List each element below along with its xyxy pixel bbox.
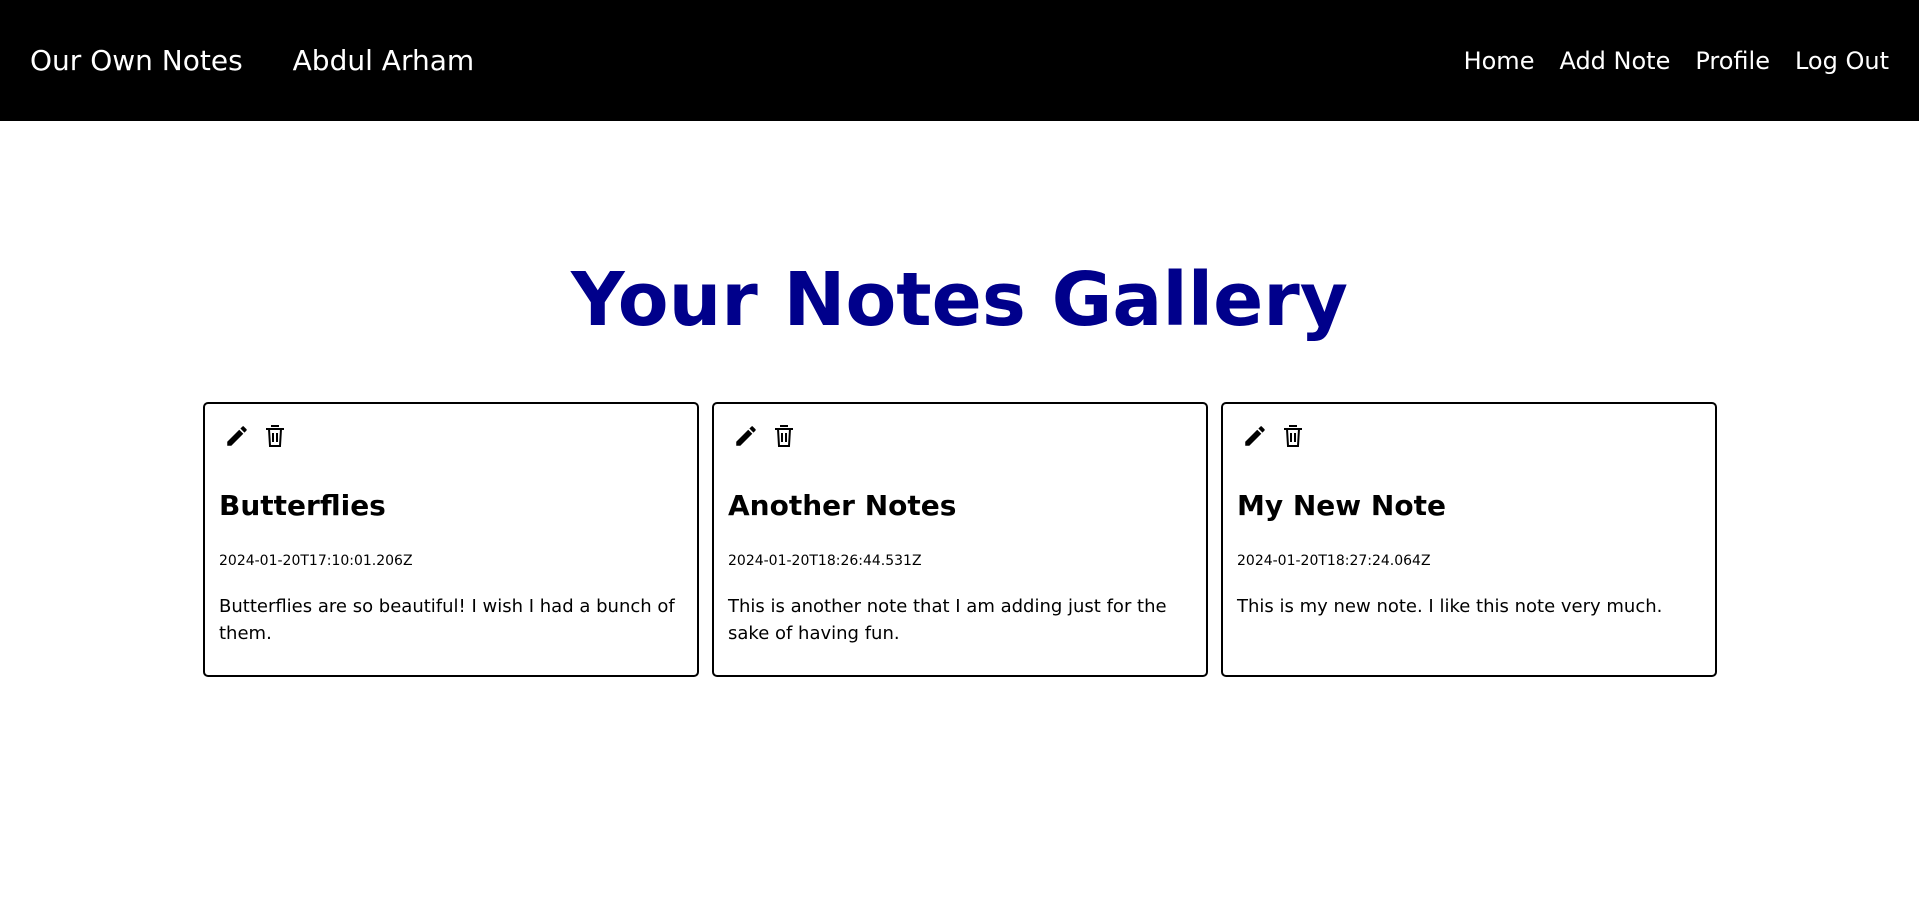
page-title: Your Notes Gallery	[570, 257, 1349, 343]
navbar-left: Our Own Notes Abdul Arham	[30, 44, 474, 77]
note-body: Butterflies are so beautiful! I wish I h…	[219, 596, 675, 644]
navbar-right: Home Add Note Profile Log Out	[1464, 47, 1889, 75]
note-actions	[732, 422, 798, 450]
nav-link-profile[interactable]: Profile	[1695, 47, 1770, 75]
username-label: Abdul Arham	[292, 44, 475, 77]
note-date: 2024-01-20T18:27:24.064Z	[1237, 553, 1431, 569]
note-title: Butterflies	[219, 489, 386, 522]
nav-link-add-note[interactable]: Add Note	[1559, 47, 1670, 75]
nav-link-home[interactable]: Home	[1464, 47, 1535, 75]
brand-link[interactable]: Our Own Notes	[30, 44, 243, 77]
note-actions	[223, 422, 289, 450]
note-title: Another Notes	[728, 489, 957, 522]
trash-icon[interactable]	[1279, 422, 1307, 450]
pencil-icon[interactable]	[732, 422, 760, 450]
note-card: Butterflies 2024-01-20T17:10:01.206Z But…	[203, 402, 699, 677]
trash-icon[interactable]	[770, 422, 798, 450]
pencil-icon[interactable]	[223, 422, 251, 450]
note-card: Another Notes 2024-01-20T18:26:44.531Z T…	[712, 402, 1208, 677]
note-actions	[1241, 422, 1307, 450]
note-date: 2024-01-20T17:10:01.206Z	[219, 553, 413, 569]
note-date: 2024-01-20T18:26:44.531Z	[728, 553, 922, 569]
notes-gallery: Butterflies 2024-01-20T17:10:01.206Z But…	[203, 402, 1717, 677]
navbar: Our Own Notes Abdul Arham Home Add Note …	[0, 0, 1919, 121]
nav-link-log-out[interactable]: Log Out	[1795, 47, 1889, 75]
note-body: This is my new note. I like this note ve…	[1237, 596, 1663, 617]
pencil-icon[interactable]	[1241, 422, 1269, 450]
note-card: My New Note 2024-01-20T18:27:24.064Z Thi…	[1221, 402, 1717, 677]
trash-icon[interactable]	[261, 422, 289, 450]
note-body: This is another note that I am adding ju…	[728, 596, 1167, 644]
note-title: My New Note	[1237, 489, 1446, 522]
